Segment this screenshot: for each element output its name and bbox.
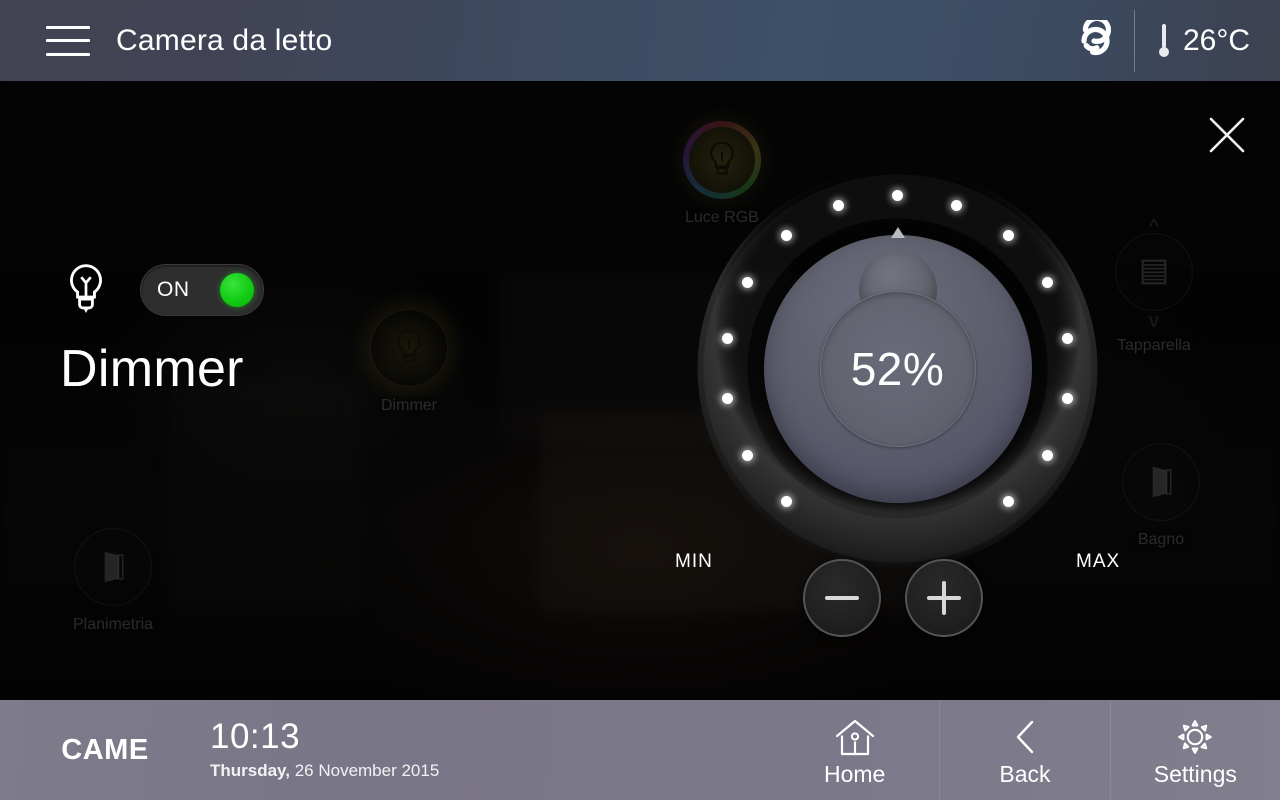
minus-icon [825,581,859,615]
dimmer-dial[interactable]: 52% [695,166,1100,571]
background-item-label: Tapparella [1110,336,1198,356]
page-title: Camera da letto [116,23,333,57]
header-right-group: 26°C [1046,0,1280,81]
dial-led-dot [1003,495,1015,507]
floorplan-door-icon [74,528,153,606]
decrease-button[interactable] [803,559,881,637]
clock-widget: 10:13 Thursday, 26 November 2015 [210,700,770,800]
increase-button[interactable] [905,559,983,637]
toggle-indicator-dot [220,273,254,307]
background-item-planimetria[interactable]: Planimetria [66,528,161,635]
header-divider [1133,9,1135,72]
clock-date: Thursday, 26 November 2015 [210,761,770,781]
background-item-label: Bagno [1130,530,1192,550]
nav-home-button[interactable]: Home [770,700,939,800]
gear-icon [1175,715,1215,757]
hamburger-line [46,39,90,42]
device-name: Dimmer [60,340,244,398]
dial-led-dot [742,449,754,461]
door-icon [1122,443,1200,521]
came-wordmark: CAME [61,733,149,766]
clock-date-rest: 26 November 2015 [289,760,440,780]
dial-value-text: 52% [850,342,945,395]
footer-navigation: Home Back Settings [770,700,1280,800]
clock-time: 10:13 [210,717,301,757]
device-status-row: ON [60,261,264,319]
toggle-state-label: ON [157,278,190,301]
nav-settings-label: Settings [1153,760,1237,787]
came-logo-icon [1046,0,1132,81]
background-item-tapparella[interactable]: ^ v Tapparella [1110,217,1198,356]
device-panel: ON Dimmer [60,261,264,395]
background-item-bagno[interactable]: Bagno [1122,443,1200,550]
dial-led-dot [721,393,733,405]
power-toggle[interactable]: ON [140,264,264,316]
blinds-icon [1114,233,1193,311]
dial-pointer-icon [890,226,905,238]
temperature-value: 26°C [1182,23,1250,57]
nav-settings-button[interactable]: Settings [1109,700,1280,800]
stepper-controls [803,559,983,637]
app-screen: Camera da letto 26°C Luce RGB Dimmer ^ v… [0,0,1280,800]
dial-led-dot [892,190,903,201]
dial-led-dot [780,495,792,507]
dial-value-display: 52% [819,290,976,447]
background-item-dimmer[interactable]: Dimmer [370,309,448,416]
hamburger-menu-icon[interactable] [46,25,90,56]
chevron-up-icon[interactable]: ^ [1110,217,1198,237]
background-item-label: Dimmer [374,396,444,416]
dial-min-label: MIN [675,551,713,572]
top-header-bar: Camera da letto 26°C [0,0,1280,81]
close-icon[interactable] [1200,108,1254,162]
hamburger-line [46,25,90,29]
temperature-readout: 26°C [1139,21,1280,61]
dial-led-dot [1041,449,1053,461]
hamburger-line [46,52,90,56]
yellow-lightbulb-icon [370,309,448,387]
dial-knob[interactable]: 52% [763,226,1032,503]
thermometer-icon [1158,23,1169,57]
background-item-label: Planimetria [66,615,161,635]
lightbulb-outline-icon [60,261,112,319]
home-icon [834,715,876,757]
dial-max-label: MAX [1076,551,1121,572]
nav-home-label: Home [823,760,886,787]
dial-led-dot [721,332,733,344]
nav-back-label: Back [999,760,1051,787]
main-content-area: Luce RGB Dimmer ^ v Tapparella Bagno Pla… [0,81,1280,700]
nav-back-button[interactable]: Back [939,700,1109,800]
chevron-left-icon [1009,715,1041,757]
plus-icon [927,581,961,615]
dial-led-dot [742,276,754,288]
bottom-bar: CAME 10:13 Thursday, 26 November 2015 Ho… [0,700,1280,800]
clock-weekday: Thursday, [210,760,290,780]
dial-led-dot [1041,276,1053,288]
chevron-down-icon[interactable]: v [1110,311,1198,331]
